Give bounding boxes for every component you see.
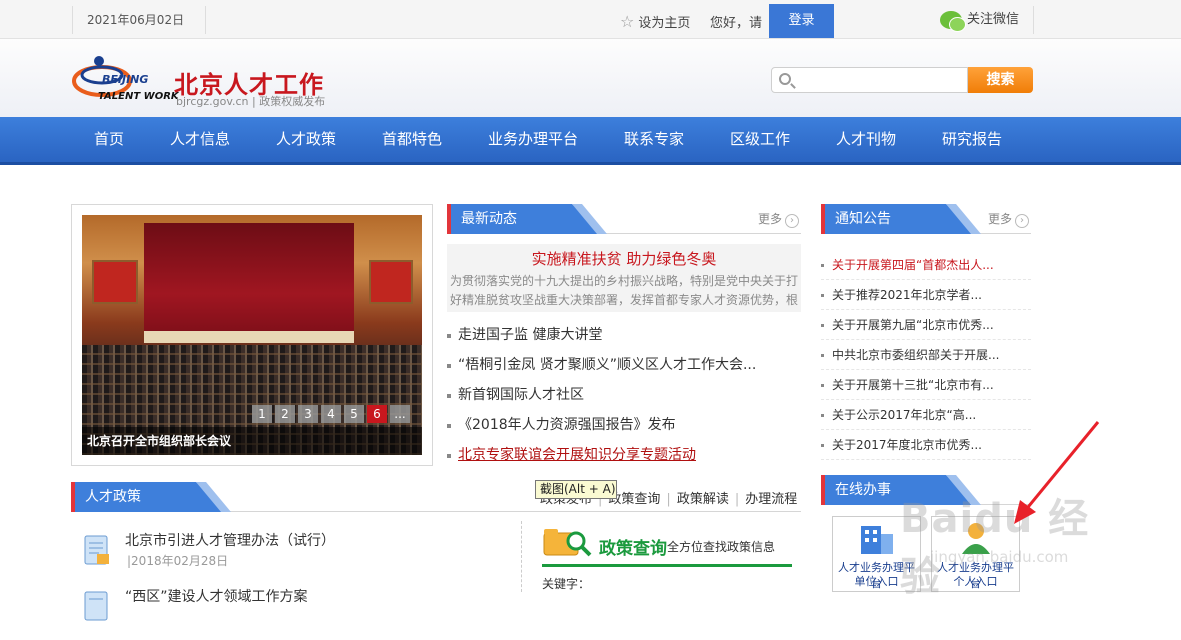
latest-news-header: 最新动态 更多 › bbox=[447, 204, 801, 234]
list-item[interactable]: “梧桐引金凤 贤才聚顺义”顺义区人才工作大会... bbox=[447, 350, 801, 380]
slider-pager: 1 2 3 4 5 6... bbox=[252, 403, 413, 423]
policy-query-title: 政策查询 bbox=[599, 539, 667, 559]
list-item[interactable]: 《2018年人力资源强国报告》发布 bbox=[447, 410, 801, 440]
policy-item-title[interactable]: 北京市引进人才管理办法（试行） bbox=[125, 530, 335, 550]
logo-text-beijing: BEIJING bbox=[102, 73, 149, 86]
star-icon: ☆ bbox=[620, 12, 635, 31]
site-header: BEIJING TALENT WORK 北京人才工作 bjrcgz.gov.cn… bbox=[0, 39, 1181, 117]
search-button[interactable]: 搜索 bbox=[968, 67, 1033, 93]
list-item[interactable]: 关于开展第九届“北京市优秀... bbox=[821, 310, 1031, 340]
photo-screen-right bbox=[369, 260, 413, 304]
news-slider[interactable]: 1 2 3 4 5 6... 北京召开全市组织部长会议 bbox=[71, 204, 433, 466]
search-input[interactable] bbox=[796, 71, 964, 89]
nav-item-capital-features[interactable]: 首都特色 bbox=[382, 117, 442, 162]
slider-page-more[interactable]: ... bbox=[390, 405, 410, 423]
tab-process[interactable]: 办理流程 bbox=[745, 488, 797, 507]
chevron-right-icon: › bbox=[785, 214, 799, 228]
site-logo[interactable]: BEIJING TALENT WORK 北京人才工作 bjrcgz.gov.cn… bbox=[72, 51, 332, 111]
chevron-right-icon: › bbox=[1015, 214, 1029, 228]
current-date: 2021年06月02日 bbox=[72, 6, 206, 34]
nav-item-business-platform[interactable]: 业务办理平台 bbox=[488, 117, 578, 162]
policy-query-subtitle: 全方位查找政策信息 bbox=[667, 540, 776, 554]
policy-title: 人才政策 bbox=[71, 482, 141, 512]
search-box bbox=[771, 67, 968, 93]
main-nav: 首页 人才信息 人才政策 首都特色 业务办理平台 联系专家 区级工作 人才刊物 … bbox=[0, 117, 1181, 165]
building-icon bbox=[861, 526, 893, 554]
more-label: 更多 bbox=[757, 212, 782, 226]
set-homepage-label: 设为主页 bbox=[638, 16, 691, 31]
photo-stage bbox=[144, 223, 354, 343]
notice-header: 通知公告 更多 › bbox=[821, 204, 1031, 234]
greeting-text: 您好，请 bbox=[710, 16, 763, 31]
slider-page-5[interactable]: 5 bbox=[344, 405, 364, 423]
nav-item-research-reports[interactable]: 研究报告 bbox=[942, 117, 1002, 162]
wechat-label: 关注微信 bbox=[967, 12, 1020, 27]
more-label: 更多 bbox=[987, 212, 1012, 226]
nav-item-home[interactable]: 首页 bbox=[94, 117, 124, 162]
keyword-label: 关键字： bbox=[542, 577, 591, 591]
list-item[interactable]: 走进国子监 健康大讲堂 bbox=[447, 320, 801, 350]
list-item[interactable]: 新首钢国际人才社区 bbox=[447, 380, 801, 410]
wechat-icon bbox=[940, 10, 966, 32]
list-item[interactable]: 关于开展第四届“首都杰出人... bbox=[821, 250, 1031, 280]
notice-title: 通知公告 bbox=[821, 204, 891, 234]
list-item[interactable]: 关于开展第十三批“北京市有... bbox=[821, 370, 1031, 400]
slider-page-3[interactable]: 3 bbox=[298, 405, 318, 423]
logo-url: bjrcgz.gov.cn | 政策权威发布 bbox=[176, 95, 326, 108]
photo-screen-left bbox=[92, 260, 138, 304]
slider-page-1[interactable]: 1 bbox=[252, 405, 272, 423]
featured-news-summary: 为贯彻落实党的十九大提出的乡村振兴战略，特别是党中央关于打好精准脱贫攻坚战重大决… bbox=[449, 274, 798, 307]
nav-item-talent-publications[interactable]: 人才刊物 bbox=[836, 117, 896, 162]
latest-news-title: 最新动态 bbox=[447, 204, 517, 234]
policy-list: 北京市引进人才管理办法（试行） |2018年02月28日 “西区”建设人才领域工… bbox=[80, 528, 500, 640]
nav-item-talent-info[interactable]: 人才信息 bbox=[170, 117, 230, 162]
folder-magnifier-icon bbox=[543, 529, 592, 557]
list-item[interactable]: 北京专家联谊会开展知识分享专题活动 bbox=[447, 440, 801, 470]
red-arrow-annotation-icon bbox=[1014, 421, 1100, 524]
policy-query-banner[interactable]: 政策查询 全方位查找政策信息 bbox=[542, 525, 792, 567]
watermark-subtext: jingyan.baidu.com bbox=[930, 548, 1069, 566]
list-item[interactable]: 中共北京市委组织部关于开展... bbox=[821, 340, 1031, 370]
top-bar: 2021年06月02日 ☆ 设为主页 您好，请 登录 关注微信 bbox=[0, 0, 1181, 39]
document-icon bbox=[84, 591, 108, 621]
document-icon bbox=[84, 535, 109, 565]
list-item[interactable]: 北京市引进人才管理办法（试行） |2018年02月28日 bbox=[80, 528, 500, 584]
logo-text-talent-work: TALENT WORK bbox=[98, 91, 179, 102]
set-homepage-link[interactable]: ☆ 设为主页 bbox=[620, 12, 690, 31]
featured-news[interactable]: 实施精准扶贫 助力绿色冬奥 为贯彻落实党的十九大提出的乡村振兴战略，特别是党中央… bbox=[447, 244, 801, 312]
nav-item-district-work[interactable]: 区级工作 bbox=[730, 117, 790, 162]
list-item[interactable]: “西区”建设人才领域工作方案 bbox=[80, 584, 500, 640]
latest-news-more-link[interactable]: 更多 › bbox=[758, 210, 799, 228]
login-button[interactable]: 登录 bbox=[769, 4, 834, 38]
divider bbox=[521, 521, 522, 592]
screenshot-tooltip: 截图(Alt + A) bbox=[535, 480, 617, 499]
notice-more-link[interactable]: 更多 › bbox=[988, 210, 1029, 228]
slider-page-4[interactable]: 4 bbox=[321, 405, 341, 423]
search-icon bbox=[779, 73, 791, 85]
search-bar: 搜索 bbox=[771, 67, 1033, 93]
slider-caption[interactable]: 北京召开全市组织部长会议 bbox=[82, 427, 422, 455]
slider-page-6[interactable]: 6 bbox=[367, 405, 387, 423]
policy-item-date: |2018年02月28日 bbox=[127, 554, 229, 568]
wechat-follow-link[interactable]: 关注微信 bbox=[940, 6, 1035, 34]
online-services-title: 在线办事 bbox=[821, 475, 891, 505]
nav-item-talent-policy[interactable]: 人才政策 bbox=[276, 117, 336, 162]
list-item[interactable]: 关于推荐2021年北京学者... bbox=[821, 280, 1031, 310]
tab-policy-interpretation[interactable]: 政策解读 bbox=[677, 488, 729, 507]
latest-news-list: 走进国子监 健康大讲堂 “梧桐引金凤 贤才聚顺义”顺义区人才工作大会... 新首… bbox=[447, 320, 801, 470]
policy-item-title[interactable]: “西区”建设人才领域工作方案 bbox=[125, 586, 308, 606]
slider-page-2[interactable]: 2 bbox=[275, 405, 295, 423]
featured-news-title[interactable]: 实施精准扶贫 助力绿色冬奥 bbox=[447, 248, 801, 269]
nav-item-contact-experts[interactable]: 联系专家 bbox=[624, 117, 684, 162]
